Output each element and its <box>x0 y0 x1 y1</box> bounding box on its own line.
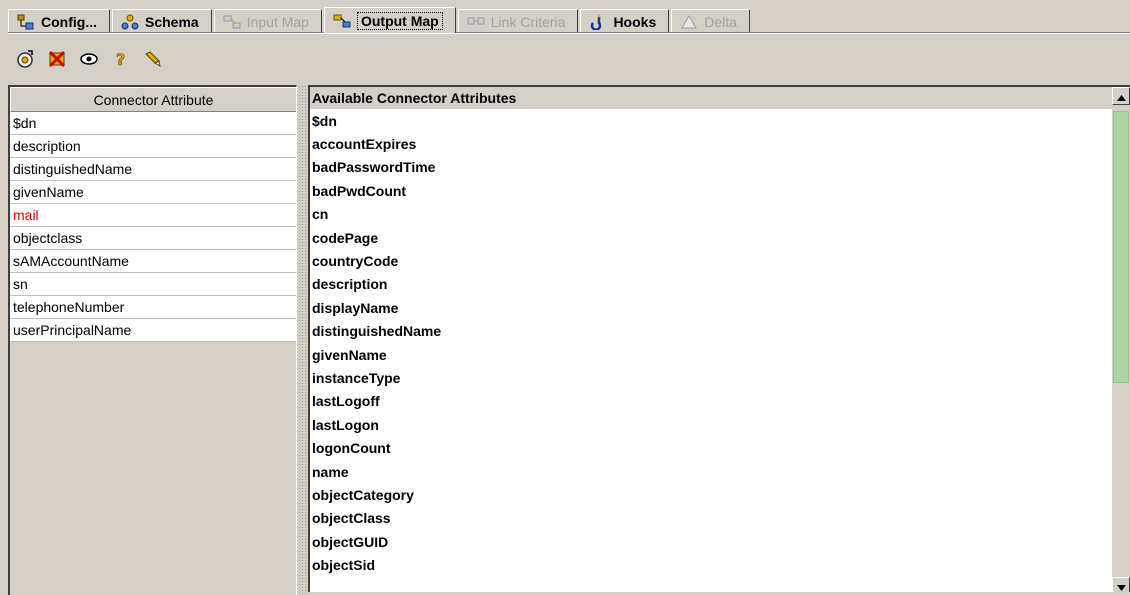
tab-output-map[interactable]: Output Map <box>323 7 456 33</box>
toolbar: ? <box>12 45 166 75</box>
output-map-icon <box>333 13 351 29</box>
table-row[interactable]: distinguishedName <box>10 158 296 181</box>
tab-label: Hooks <box>613 13 657 30</box>
svg-text:?: ? <box>116 50 125 69</box>
table-row[interactable]: givenName <box>10 181 296 204</box>
table-row[interactable]: userPrincipalName <box>10 319 296 342</box>
available-attributes-items: $dn accountExpires badPasswordTime badPw… <box>310 109 1112 577</box>
table-row[interactable]: sn <box>10 273 296 296</box>
table-row[interactable]: description <box>10 135 296 158</box>
connector-attribute-header[interactable]: Connector Attribute <box>10 87 296 112</box>
input-map-icon <box>223 14 241 30</box>
tab-schema[interactable]: Schema <box>112 9 212 33</box>
list-item[interactable]: distinguishedName <box>310 320 1112 343</box>
schema-icon <box>121 14 139 30</box>
available-attributes-list: Available Connector Attributes $dn accou… <box>308 85 1130 595</box>
view-button[interactable] <box>76 47 102 73</box>
delete-button[interactable] <box>44 47 70 73</box>
tab-link-criteria[interactable]: Link Criteria <box>457 9 579 33</box>
tab-label: Delta <box>704 13 737 30</box>
list-item[interactable]: badPwdCount <box>310 179 1112 202</box>
tab-label: Config... <box>41 13 97 30</box>
list-item[interactable]: badPasswordTime <box>310 156 1112 179</box>
list-item[interactable]: instanceType <box>310 366 1112 389</box>
list-item[interactable]: cn <box>310 203 1112 226</box>
tab-config[interactable]: Config... <box>8 9 110 33</box>
add-icon <box>15 49 35 72</box>
tab-label: Schema <box>145 13 199 30</box>
pen-icon <box>143 49 163 72</box>
tab-delta[interactable]: Delta <box>671 9 750 33</box>
delete-icon <box>47 49 67 72</box>
link-criteria-icon <box>467 14 485 30</box>
pen-button[interactable] <box>140 47 166 73</box>
connector-attribute-table: Connector Attribute $dn description dist… <box>8 85 297 595</box>
vertical-scrollbar[interactable] <box>1112 87 1130 595</box>
list-item[interactable]: countryCode <box>310 249 1112 272</box>
list-item[interactable]: logonCount <box>310 436 1112 459</box>
list-item[interactable]: lastLogon <box>310 413 1112 436</box>
delta-icon <box>680 14 698 30</box>
tab-label: Link Criteria <box>490 13 566 30</box>
help-button[interactable]: ? <box>108 47 134 73</box>
table-row[interactable]: telephoneNumber <box>10 296 296 319</box>
list-item[interactable]: objectSid <box>310 553 1112 576</box>
add-button[interactable] <box>12 47 38 73</box>
tab-divider-highlight <box>8 33 1130 34</box>
connector-attribute-list: $dn description distinguishedName givenN… <box>10 112 296 342</box>
hooks-icon <box>589 14 607 30</box>
table-row[interactable]: $dn <box>10 112 296 135</box>
table-row-highlighted[interactable]: mail <box>10 204 296 227</box>
list-item[interactable]: $dn <box>310 109 1112 132</box>
scroll-up-button[interactable] <box>1112 87 1130 105</box>
list-item[interactable]: objectClass <box>310 507 1112 530</box>
arrow-up-icon <box>1116 88 1126 104</box>
list-item[interactable]: name <box>310 460 1112 483</box>
list-item[interactable]: description <box>310 273 1112 296</box>
scrollbar-thumb[interactable] <box>1113 111 1129 383</box>
view-icon <box>79 49 99 72</box>
split-pane-divider[interactable] <box>298 85 307 595</box>
available-attributes-header: Available Connector Attributes <box>310 87 1112 109</box>
config-icon <box>17 14 35 30</box>
tab-label: Output Map <box>356 11 443 30</box>
list-item[interactable]: objectCategory <box>310 483 1112 506</box>
table-row[interactable]: objectclass <box>10 227 296 250</box>
list-item[interactable]: accountExpires <box>310 132 1112 155</box>
tab-label: Input Map <box>246 13 309 30</box>
table-row[interactable]: sAMAccountName <box>10 250 296 273</box>
list-item[interactable]: codePage <box>310 226 1112 249</box>
list-item[interactable]: objectGUID <box>310 530 1112 553</box>
help-icon: ? <box>111 49 131 72</box>
list-item[interactable]: givenName <box>310 343 1112 366</box>
list-item[interactable]: lastLogoff <box>310 390 1112 413</box>
tab-input-map[interactable]: Input Map <box>213 9 322 33</box>
tab-hooks[interactable]: Hooks <box>580 9 670 33</box>
tab-strip: Config... Schema Input Map Output Map Li… <box>8 6 1128 33</box>
list-item[interactable]: displayName <box>310 296 1112 319</box>
